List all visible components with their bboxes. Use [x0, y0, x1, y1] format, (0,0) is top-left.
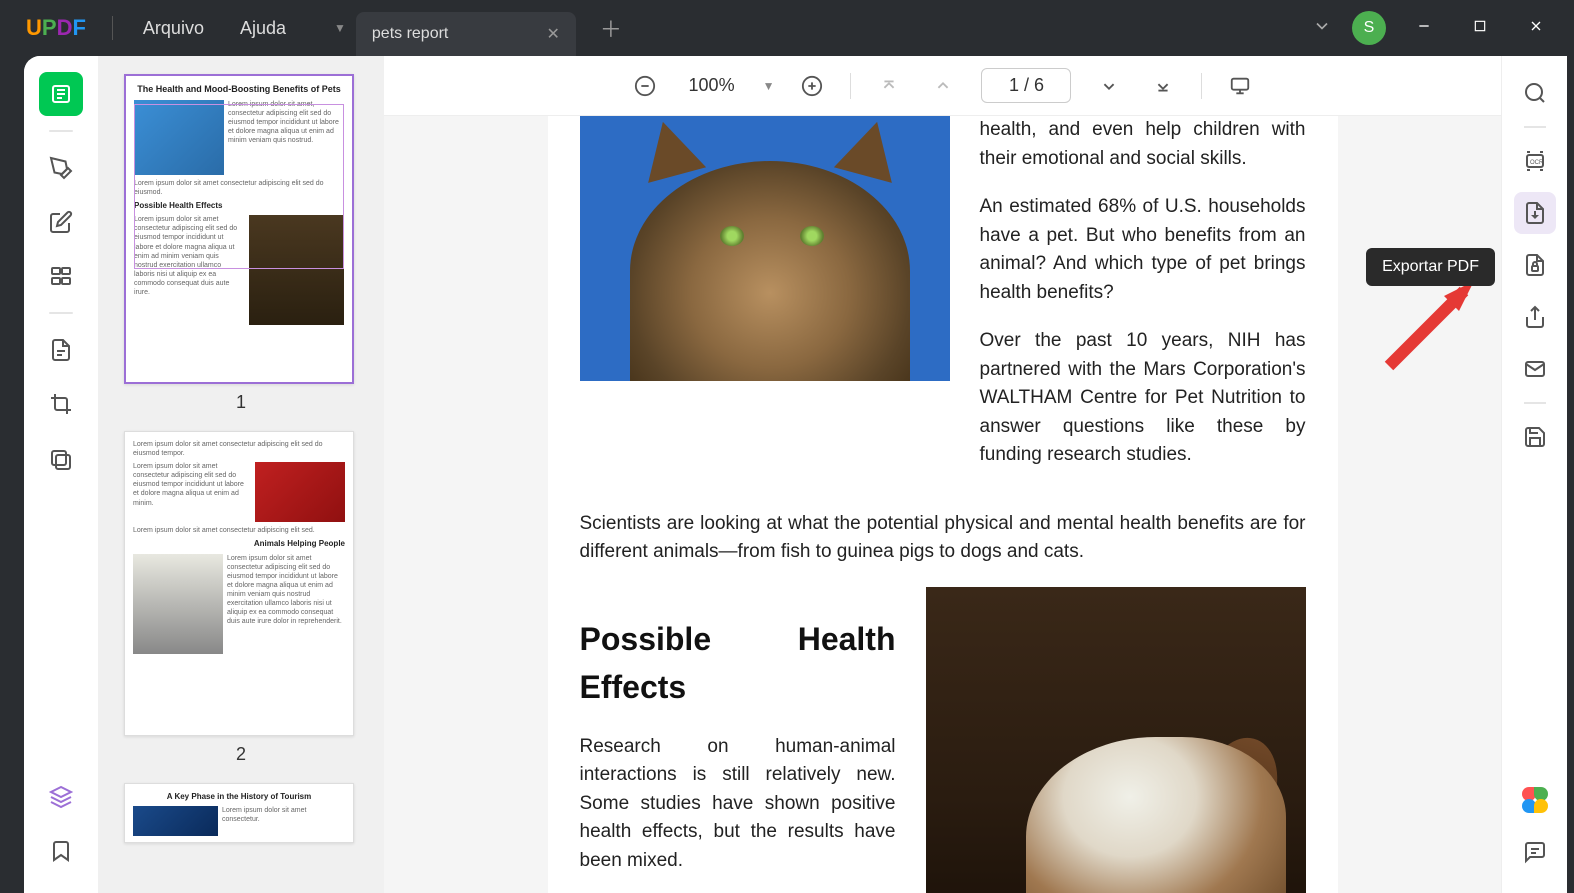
add-tab-button[interactable]: ＋ [584, 12, 638, 44]
prev-page-button[interactable] [927, 70, 959, 102]
reader-tool[interactable] [39, 72, 83, 116]
layers-tool[interactable] [39, 775, 83, 819]
minimize-button[interactable] [1406, 18, 1442, 39]
dog-image [926, 587, 1306, 893]
divider [112, 16, 113, 40]
thumb-title: The Health and Mood-Boosting Benefits of… [134, 84, 344, 96]
share-button[interactable] [1514, 296, 1556, 338]
close-window-button[interactable] [1518, 18, 1554, 39]
doc-paragraph: Scientists are looking at what the poten… [580, 510, 1306, 567]
bookmark-tool[interactable] [39, 829, 83, 873]
save-button[interactable] [1514, 416, 1556, 458]
separator [1201, 73, 1202, 99]
doc-paragraph: Over the past 10 years, NIH has partnere… [980, 327, 1306, 470]
doc-heading: Possible Health Effects [580, 615, 896, 711]
separator [850, 73, 851, 99]
thumbnail-panel[interactable]: The Health and Mood-Boosting Benefits of… [98, 56, 384, 893]
svg-text:OCR: OCR [1530, 160, 1544, 166]
app-logo: UPDF [12, 15, 100, 41]
ocr-button[interactable]: OCR [1514, 140, 1556, 182]
first-page-button[interactable] [873, 70, 905, 102]
titlebar: UPDF Arquivo Ajuda ▼ pets report ✕ ＋ S [0, 0, 1574, 56]
thumbnail-3[interactable]: A Key Phase in the History of Tourism Lo… [124, 783, 358, 843]
separator [1524, 402, 1546, 404]
document-page: health, and even help children with thei… [548, 116, 1338, 893]
thumb-sub: Possible Health Effects [134, 201, 344, 211]
menu-help[interactable]: Ajuda [222, 18, 304, 39]
separator [49, 312, 73, 314]
protect-button[interactable] [1514, 244, 1556, 286]
close-icon[interactable]: ✕ [546, 24, 559, 44]
thumb-sub: Animals Helping People [133, 539, 345, 549]
tab-pets-report[interactable]: pets report ✕ [356, 12, 576, 56]
zoom-in-button[interactable] [796, 70, 828, 102]
document-area: 100% ▼ [384, 56, 1501, 893]
chat-button[interactable] [1514, 831, 1556, 873]
organize-tool[interactable] [39, 254, 83, 298]
separator [49, 130, 73, 132]
forms-tool[interactable] [39, 328, 83, 372]
tab-area: ▼ pets report ✕ ＋ [324, 0, 1312, 56]
edit-tool[interactable] [39, 200, 83, 244]
zoom-out-button[interactable] [629, 70, 661, 102]
comment-tool[interactable] [39, 146, 83, 190]
thumb-title: A Key Phase in the History of Tourism [133, 792, 345, 802]
doc-paragraph: An estimated 68% of U.S. households have… [980, 193, 1306, 307]
thumbnail-1[interactable]: The Health and Mood-Boosting Benefits of… [124, 74, 358, 413]
email-button[interactable] [1514, 348, 1556, 390]
thumb-page-number: 1 [124, 392, 358, 413]
right-toolbar: OCR [1501, 56, 1567, 893]
export-pdf-button[interactable] [1514, 192, 1556, 234]
chevron-down-icon[interactable] [1312, 16, 1332, 41]
presentation-button[interactable] [1224, 70, 1256, 102]
document-toolbar: 100% ▼ [384, 56, 1501, 116]
window-controls-right: S [1312, 11, 1562, 45]
thumb-page-number: 2 [124, 744, 358, 765]
page-input[interactable] [981, 68, 1071, 103]
menu-dropdown-icon[interactable]: ▼ [324, 21, 356, 35]
export-pdf-tooltip: Exportar PDF [1366, 248, 1495, 286]
last-page-button[interactable] [1147, 70, 1179, 102]
redact-tool[interactable] [39, 436, 83, 480]
tab-title: pets report [372, 25, 448, 43]
crop-tool[interactable] [39, 382, 83, 426]
zoom-level: 100% [683, 75, 741, 96]
ai-assistant-button[interactable] [1514, 779, 1556, 821]
next-page-button[interactable] [1093, 70, 1125, 102]
left-toolbar [24, 56, 98, 893]
doc-paragraph: Research on human-animal interactions is… [580, 733, 896, 876]
thumbnail-2[interactable]: Lorem ipsum dolor sit amet consectetur a… [124, 431, 358, 765]
document-scroll[interactable]: health, and even help children with thei… [384, 116, 1501, 893]
separator [1524, 126, 1546, 128]
user-avatar[interactable]: S [1352, 11, 1386, 45]
cat-image [580, 116, 950, 381]
maximize-button[interactable] [1462, 19, 1498, 38]
menu-file[interactable]: Arquivo [125, 18, 222, 39]
zoom-dropdown-icon[interactable]: ▼ [763, 79, 775, 93]
doc-paragraph: health, and even help children with thei… [980, 116, 1306, 173]
search-button[interactable] [1514, 72, 1556, 114]
main-area: The Health and Mood-Boosting Benefits of… [24, 56, 1567, 893]
